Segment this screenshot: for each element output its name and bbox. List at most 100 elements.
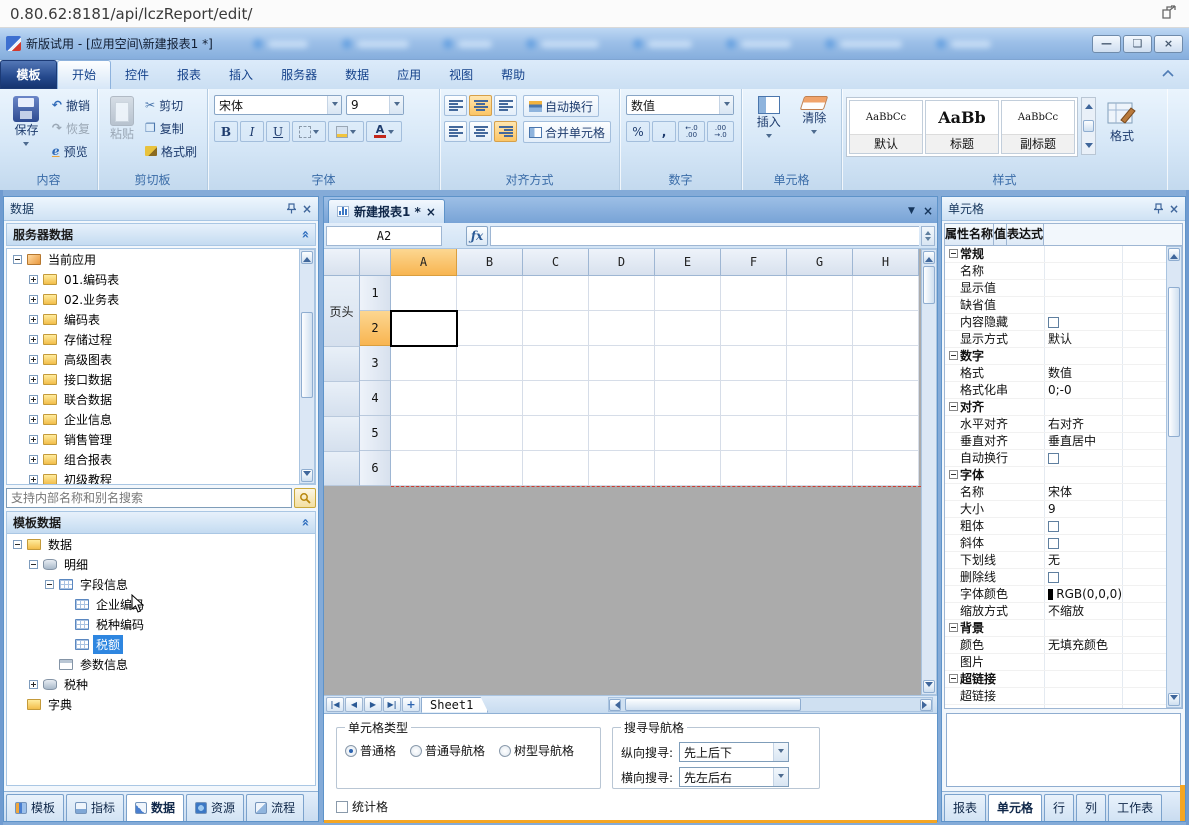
property-value[interactable] bbox=[1044, 654, 1122, 670]
undo-button[interactable]: ↶撤销 bbox=[49, 95, 93, 115]
search-input[interactable] bbox=[6, 488, 292, 508]
property-expression[interactable] bbox=[1122, 297, 1166, 313]
close-document-icon[interactable]: × bbox=[923, 204, 933, 218]
property-row[interactable]: 名称 bbox=[945, 263, 1166, 280]
property-value[interactable] bbox=[1044, 569, 1122, 585]
format-button[interactable]: 格式 bbox=[1099, 97, 1145, 157]
column-header[interactable]: G bbox=[787, 249, 853, 276]
align-left-button[interactable] bbox=[444, 121, 467, 142]
scroll-up-button[interactable] bbox=[1168, 248, 1180, 261]
property-value[interactable]: 右对齐 bbox=[1044, 416, 1122, 432]
tree-item[interactable]: 明细 bbox=[7, 554, 315, 574]
ribbon-tab[interactable]: 数据 bbox=[331, 61, 383, 89]
scroll-left-button[interactable] bbox=[609, 699, 621, 711]
property-row[interactable]: 超链接 bbox=[945, 671, 1166, 688]
fill-color-button[interactable] bbox=[328, 121, 364, 142]
cell-type-radio[interactable]: 普通格 bbox=[345, 742, 396, 759]
section-collapse-icon[interactable] bbox=[949, 249, 958, 258]
right-panel-tab[interactable]: 报表 bbox=[944, 794, 986, 821]
ribbon-tab[interactable]: 服务器 bbox=[267, 61, 331, 89]
dropdown-arrow-icon[interactable] bbox=[811, 130, 817, 137]
scrollbar-thumb[interactable] bbox=[1168, 287, 1180, 437]
property-row[interactable]: 缺省值 bbox=[945, 297, 1166, 314]
radio-icon[interactable] bbox=[345, 745, 357, 757]
server-tree-scrollbar[interactable] bbox=[299, 249, 315, 484]
band-label-cell[interactable]: 页头 bbox=[324, 276, 360, 347]
property-row[interactable]: 大小 9 bbox=[945, 501, 1166, 518]
property-row[interactable]: 粗体 bbox=[945, 518, 1166, 535]
tree-item[interactable]: 税种编码 bbox=[7, 614, 315, 634]
property-row[interactable]: 背景 bbox=[945, 620, 1166, 637]
first-sheet-button[interactable]: |◀ bbox=[326, 697, 344, 712]
tree-expander-icon[interactable] bbox=[29, 680, 38, 689]
sheet-tab[interactable]: Sheet1 bbox=[421, 697, 488, 713]
copy-button[interactable]: ❐复制 bbox=[142, 118, 200, 138]
grid-vertical-scrollbar[interactable] bbox=[921, 249, 937, 695]
dropdown-arrow-icon[interactable] bbox=[313, 130, 319, 137]
cell-type-radio[interactable]: 普通导航格 bbox=[410, 742, 485, 759]
property-row[interactable]: 显示方式 默认 bbox=[945, 331, 1166, 348]
column-header[interactable]: F bbox=[721, 249, 787, 276]
property-expression[interactable] bbox=[1122, 569, 1166, 585]
property-row[interactable]: 下划线 无 bbox=[945, 552, 1166, 569]
horizontal-scrollbar[interactable] bbox=[608, 697, 933, 712]
property-value[interactable]: 0;-0 bbox=[1044, 382, 1122, 398]
tree-expander-icon[interactable] bbox=[45, 580, 54, 589]
server-data-section-header[interactable]: 服务器数据 « bbox=[6, 223, 316, 246]
checkbox-icon[interactable] bbox=[1048, 538, 1059, 549]
scroll-down-button[interactable] bbox=[1168, 693, 1180, 706]
tree-item[interactable]: 企业编码 bbox=[7, 594, 315, 614]
scrollbar-thumb[interactable] bbox=[1083, 120, 1094, 132]
percent-button[interactable]: % bbox=[626, 121, 650, 142]
grid-row[interactable] bbox=[391, 276, 919, 311]
property-expression[interactable] bbox=[1122, 382, 1166, 398]
cell-reference-box[interactable]: A2 bbox=[326, 226, 442, 246]
property-value[interactable] bbox=[1044, 450, 1122, 466]
property-expression[interactable] bbox=[1122, 620, 1166, 636]
close-button[interactable]: × bbox=[1154, 35, 1183, 53]
property-value[interactable] bbox=[1044, 688, 1122, 704]
radio-icon[interactable] bbox=[410, 745, 422, 757]
tree-expander-icon[interactable] bbox=[29, 560, 38, 569]
underline-button[interactable]: U bbox=[266, 121, 290, 142]
save-button[interactable]: 保存 bbox=[4, 93, 49, 161]
tree-expander-icon[interactable] bbox=[29, 375, 38, 384]
property-row[interactable]: 垂直对齐 垂直居中 bbox=[945, 433, 1166, 450]
left-panel-tab[interactable]: 数据 bbox=[126, 794, 184, 821]
property-expression[interactable] bbox=[1122, 348, 1166, 364]
column-header[interactable]: B bbox=[457, 249, 523, 276]
section-collapse-icon[interactable] bbox=[949, 623, 958, 632]
cells-area[interactable] bbox=[391, 276, 919, 486]
section-collapse-icon[interactable] bbox=[949, 402, 958, 411]
dropdown-arrow-icon[interactable] bbox=[766, 134, 772, 141]
row-header[interactable]: 3 bbox=[360, 346, 391, 381]
property-row[interactable]: 斜体 bbox=[945, 535, 1166, 552]
property-expression[interactable] bbox=[1122, 331, 1166, 347]
next-sheet-button[interactable]: ▶ bbox=[364, 697, 382, 712]
file-tab[interactable]: 模板 bbox=[0, 60, 57, 89]
url-text[interactable]: 0.80.62:8181/api/lczReport/edit/ bbox=[10, 5, 252, 23]
tree-item[interactable]: 高级图表 bbox=[7, 349, 315, 369]
property-row[interactable]: 图片 bbox=[945, 654, 1166, 671]
property-expression[interactable] bbox=[1122, 365, 1166, 381]
property-row[interactable]: 格式化串 0;-0 bbox=[945, 382, 1166, 399]
column-header[interactable]: H bbox=[853, 249, 919, 276]
font-color-button[interactable]: A bbox=[366, 121, 402, 142]
grid-row[interactable] bbox=[391, 451, 919, 486]
tree-expander-icon[interactable] bbox=[29, 275, 38, 284]
row-header[interactable]: 2 bbox=[360, 311, 391, 346]
active-cell-selection[interactable] bbox=[390, 310, 458, 347]
stat-cell-checkbox[interactable]: 统计格 bbox=[336, 798, 388, 815]
ribbon-tab[interactable]: 视图 bbox=[435, 61, 487, 89]
property-value[interactable]: 不缩放 bbox=[1044, 603, 1122, 619]
row-header[interactable]: 4 bbox=[360, 381, 391, 416]
align-bottom-button[interactable] bbox=[494, 95, 517, 116]
tree-item[interactable]: 税额 bbox=[7, 634, 315, 654]
tree-item[interactable]: 存储过程 bbox=[7, 329, 315, 349]
maximize-button[interactable]: ❑ bbox=[1123, 35, 1152, 53]
property-expression[interactable] bbox=[1122, 535, 1166, 551]
tree-item[interactable]: 02.业务表 bbox=[7, 289, 315, 309]
scrollbar-thumb[interactable] bbox=[625, 698, 801, 711]
property-expression[interactable] bbox=[1122, 280, 1166, 296]
paste-button[interactable]: 粘贴 bbox=[102, 93, 142, 161]
